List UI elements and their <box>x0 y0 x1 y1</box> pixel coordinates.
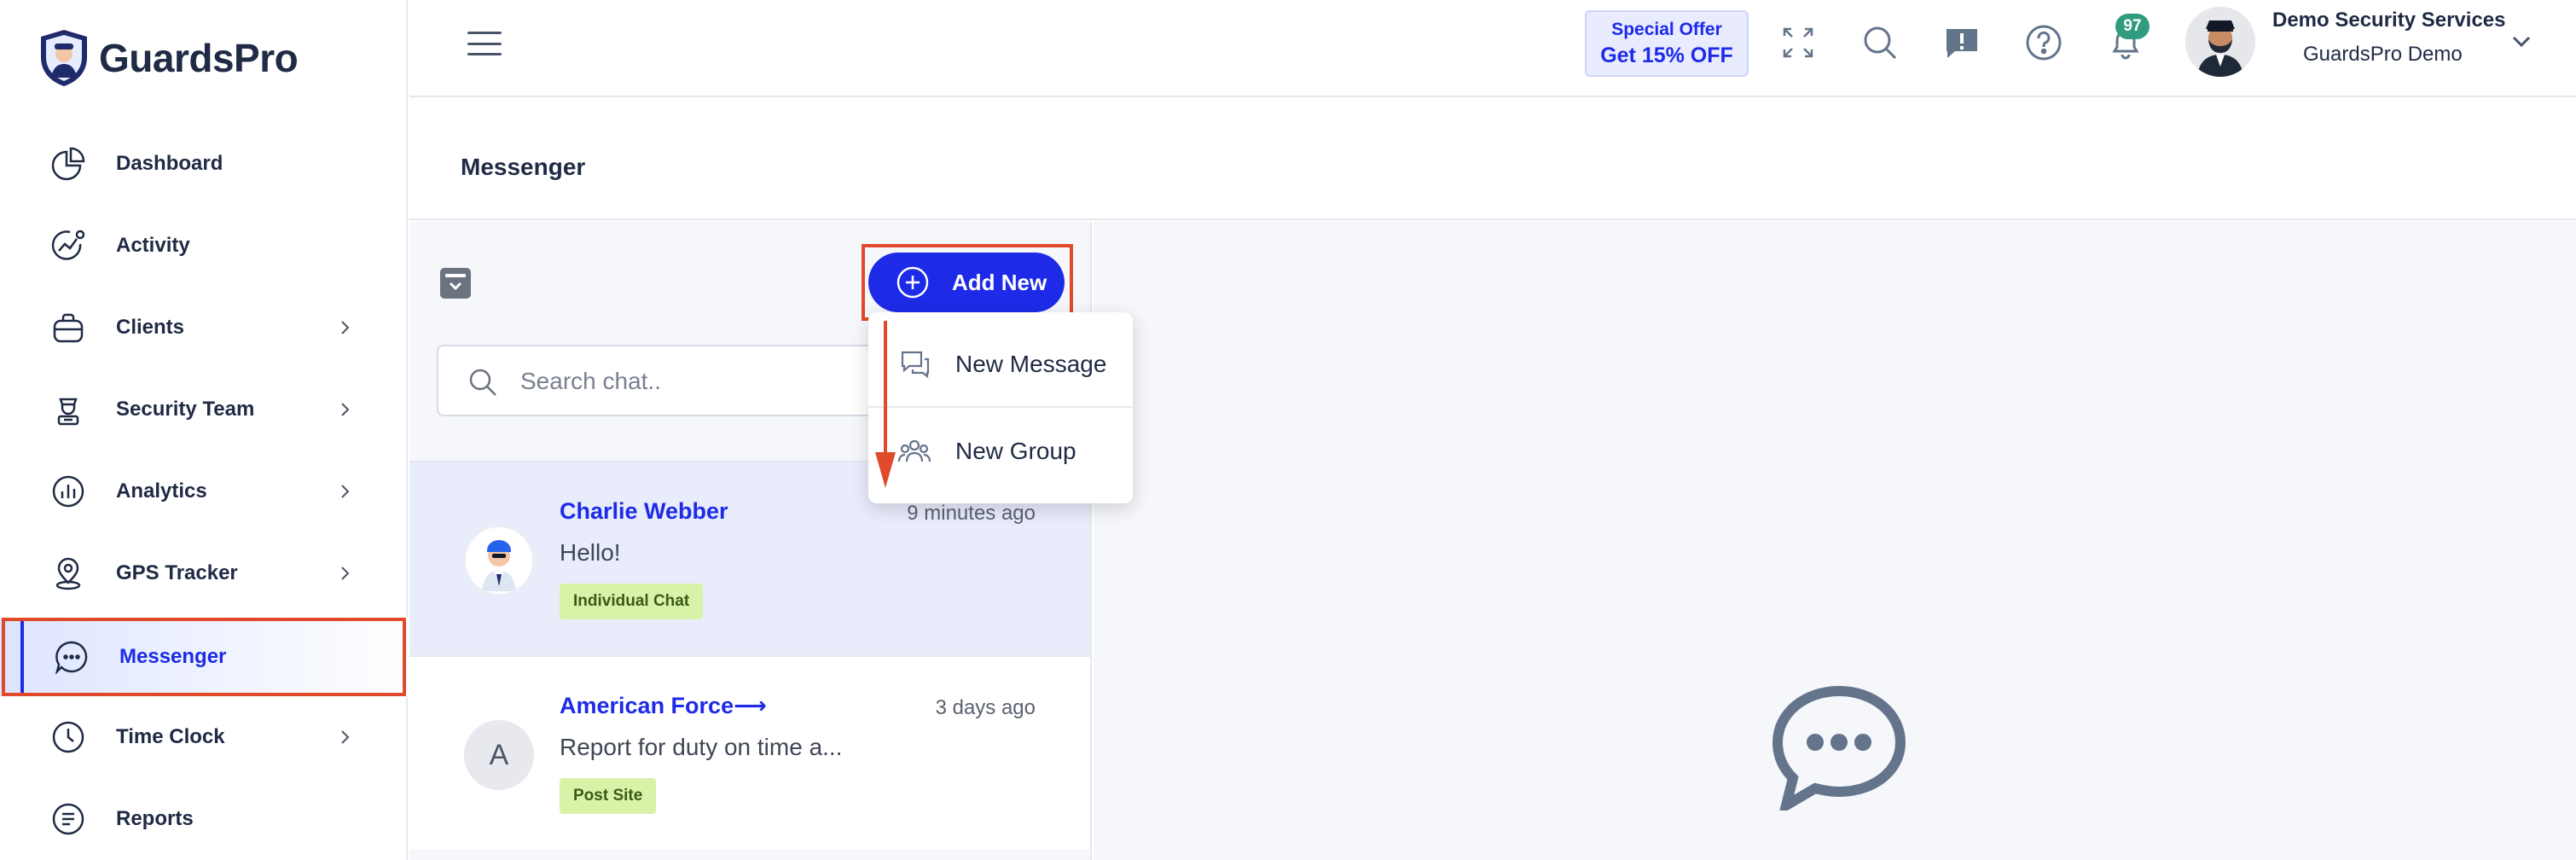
sidebar-item-label: Security Team <box>116 398 255 421</box>
archive-icon[interactable] <box>438 266 473 300</box>
sidebar-item-label: Clients <box>116 316 185 339</box>
user-name: Demo Security Services <box>2272 9 2506 32</box>
chat-name: American Force⟶ <box>560 693 767 718</box>
add-new-label: Add New <box>952 269 1047 295</box>
feedback-icon[interactable] <box>1940 20 1984 65</box>
search-input[interactable] <box>520 360 862 403</box>
chevron-right-icon <box>334 727 355 747</box>
new-group-menu-item[interactable]: New Group <box>868 410 1133 493</box>
chat-avatar: A <box>464 720 534 790</box>
chevron-right-icon <box>334 563 355 584</box>
add-new-button[interactable]: Add New <box>868 253 1065 312</box>
chat-preview: Hello! <box>560 539 621 566</box>
group-icon <box>897 439 931 462</box>
fullscreen-icon[interactable] <box>1776 20 1820 65</box>
menu-toggle-icon[interactable] <box>467 29 502 58</box>
sidebar-item-label: Dashboard <box>116 152 223 175</box>
conversation-pane <box>1094 222 2576 860</box>
sidebar-item-gps-tracker[interactable]: GPS Tracker <box>0 534 408 613</box>
sidebar-item-label: GPS Tracker <box>116 561 238 584</box>
chevron-down-icon[interactable] <box>2509 29 2533 53</box>
chat-time: 3 days ago <box>935 696 1036 719</box>
guard-icon <box>48 389 89 430</box>
sidebar-item-clients[interactable]: Clients <box>0 288 408 367</box>
notification-badge: 97 <box>2115 14 2150 39</box>
chevron-right-icon <box>334 317 355 338</box>
user-organization: GuardsPro Demo <box>2303 43 2463 66</box>
sidebar-item-label: Messenger <box>119 645 227 668</box>
chat-type-badge: Individual Chat <box>560 584 704 619</box>
chat-preview: Report for duty on time a... <box>560 734 843 760</box>
sidebar-item-time-clock[interactable]: Time Clock <box>0 698 408 776</box>
briefcase-icon <box>48 307 89 348</box>
chat-item-american-force[interactable]: A American Force⟶ 3 days ago Report for … <box>409 655 1090 850</box>
page-title: Messenger <box>461 154 586 180</box>
chevron-right-icon <box>334 399 355 420</box>
search-icon[interactable] <box>1858 20 1902 65</box>
active-indicator <box>20 618 24 696</box>
chat-avatar-initial: A <box>489 738 509 771</box>
chat-bubble-icon <box>1772 685 1906 811</box>
sidebar-item-label: Analytics <box>116 479 207 503</box>
pie-chart-icon <box>48 143 89 184</box>
special-offer-button[interactable]: Special Offer Get 15% OFF <box>1585 10 1749 77</box>
chevron-right-icon <box>334 481 355 502</box>
brand-name: GuardsPro <box>99 36 299 80</box>
new-message-icon <box>901 351 930 379</box>
page-header: Messenger <box>409 99 2576 220</box>
add-new-dropdown: New Message New Group <box>868 312 1133 503</box>
report-icon <box>48 799 89 840</box>
brand-logo[interactable]: GuardsPro <box>38 26 299 90</box>
search-box <box>437 345 880 416</box>
plus-circle-icon <box>896 266 929 299</box>
map-pin-icon <box>48 553 89 594</box>
sidebar-item-label: Activity <box>116 234 190 257</box>
sidebar-item-security-team[interactable]: Security Team <box>0 370 408 449</box>
menu-item-label: New Message <box>955 351 1107 377</box>
chat-type-badge: Post Site <box>560 778 657 814</box>
sidebar: GuardsPro Dashboard Activity Clients Sec… <box>0 0 408 860</box>
analytics-icon <box>48 471 89 512</box>
chat-name: Charlie Webber <box>560 498 728 524</box>
sidebar-item-analytics[interactable]: Analytics <box>0 452 408 531</box>
chat-bubble-icon <box>51 636 92 677</box>
menu-divider <box>868 406 1133 408</box>
new-message-menu-item[interactable]: New Message <box>868 322 1133 406</box>
chat-time: 9 minutes ago <box>907 502 1036 525</box>
menu-item-label: New Group <box>955 438 1076 464</box>
sidebar-item-dashboard[interactable]: Dashboard <box>0 125 408 203</box>
chat-avatar <box>464 526 534 596</box>
search-icon <box>469 369 496 396</box>
sidebar-item-activity[interactable]: Activity <box>0 206 408 285</box>
sidebar-item-reports[interactable]: Reports <box>0 780 408 858</box>
offer-title: Special Offer <box>1611 19 1722 39</box>
offer-discount: Get 15% OFF <box>1600 43 1733 67</box>
help-icon[interactable] <box>2022 20 2066 65</box>
sidebar-item-label: Reports <box>116 807 194 830</box>
shield-logo-icon <box>41 30 87 86</box>
clock-icon <box>48 717 89 758</box>
sidebar-item-label: Time Clock <box>116 725 225 748</box>
top-bar: Special Offer Get 15% OFF 97 Demo Securi… <box>409 0 2576 97</box>
avatar[interactable] <box>2185 7 2255 77</box>
sidebar-item-messenger[interactable]: Messenger <box>0 618 408 696</box>
activity-icon <box>48 225 89 266</box>
